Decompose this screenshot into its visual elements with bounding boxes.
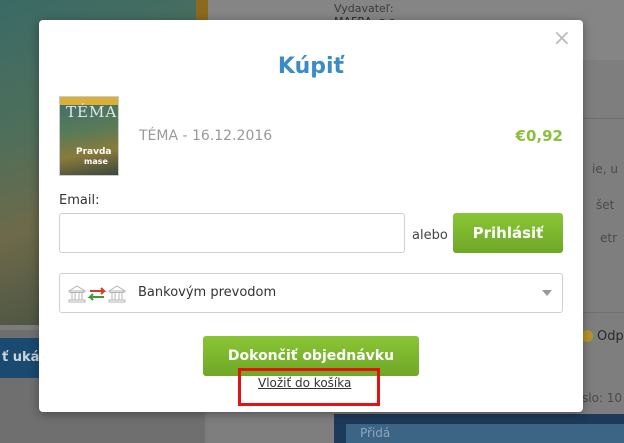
issue-number-text: slo: 10 [582, 391, 623, 405]
product-price: €0,92 [515, 127, 563, 145]
bank-transfer-icon [68, 285, 127, 303]
background-snippet: šet [596, 198, 615, 212]
background-bottom-panel-inner: Přidá [346, 424, 624, 443]
product-name: TÉMA - 16.12.2016 [139, 128, 273, 144]
background-odp: Odp [581, 329, 624, 344]
chevron-down-icon [542, 290, 552, 296]
background-divider [583, 118, 624, 119]
payment-method-label: Bankovým prevodom [138, 285, 277, 300]
or-text: alebo [412, 228, 448, 243]
modal-title: Kúpiť [277, 54, 345, 79]
background-snippet: etr [600, 231, 618, 245]
odp-text: Odp [597, 329, 624, 344]
background-snippet: ie, u [592, 162, 618, 176]
email-label: Email: [59, 193, 100, 208]
payment-method-select[interactable]: Bankovým prevodom [59, 273, 563, 313]
cover-headline-1: Pravda [76, 147, 112, 157]
product-cover-thumbnail: TÉMA Pravda mase [59, 96, 119, 176]
background-divider [583, 312, 624, 313]
publisher-label: Vydavateľ: [334, 2, 394, 15]
login-button[interactable]: Prihlásiť [453, 213, 563, 253]
background-preview-button: ť uká [0, 338, 40, 378]
cover-logo: TÉMA [66, 103, 118, 121]
close-icon[interactable]: × [553, 26, 571, 52]
email-field[interactable] [59, 213, 405, 253]
highlight-box [238, 368, 380, 406]
cover-headline-2: mase [84, 157, 108, 166]
purchase-modal: × Kúpiť TÉMA Pravda mase TÉMA - 16.12.20… [39, 20, 583, 412]
